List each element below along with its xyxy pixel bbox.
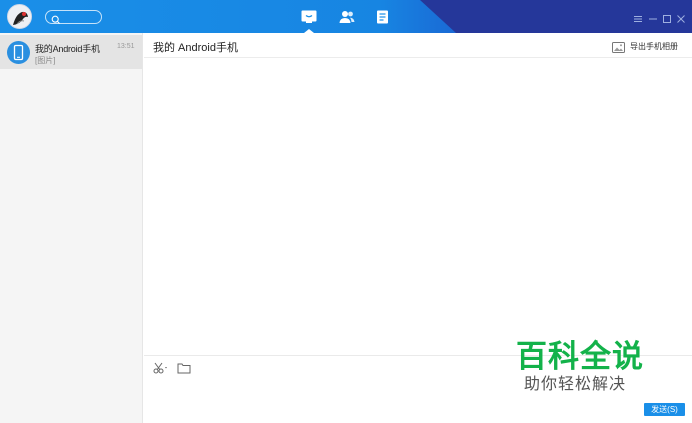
conversation-list: 我的Android手机 [图片] 13:51 <box>0 33 143 423</box>
avatar[interactable] <box>7 4 32 29</box>
close-icon <box>677 15 685 23</box>
conversation-time: 13:51 <box>117 43 135 50</box>
notes-icon <box>377 10 388 24</box>
export-label: 导出手机相册 <box>630 42 678 51</box>
title-bar <box>0 0 692 33</box>
tab-contacts[interactable] <box>338 9 356 25</box>
contacts-icon <box>339 11 355 23</box>
image-icon <box>612 40 625 58</box>
send-button[interactable]: 发送(S) <box>644 403 685 416</box>
maximize-icon <box>663 15 671 23</box>
export-photos-button[interactable]: 导出手机相册 <box>612 40 684 53</box>
phone-icon <box>7 41 30 64</box>
chat-icon <box>301 10 317 23</box>
chat-header: 我的 Android手机 导出手机相册 <box>144 33 692 58</box>
conversation-name: 我的Android手机 <box>35 44 100 54</box>
menu-icon <box>634 16 642 22</box>
tab-notes[interactable] <box>374 9 392 25</box>
menu-button[interactable] <box>633 11 643 22</box>
search-input[interactable] <box>45 10 102 24</box>
folder-icon <box>177 363 191 374</box>
minimize-button[interactable] <box>648 11 658 21</box>
screenshot-button[interactable] <box>153 361 169 379</box>
send-file-button[interactable] <box>177 361 191 379</box>
message-area <box>144 59 692 355</box>
scissors-icon <box>153 362 167 374</box>
list-item[interactable]: 我的Android手机 [图片] 13:51 <box>0 35 142 69</box>
page-title: 我的 Android手机 <box>153 42 238 54</box>
watermark-subtitle: 助你轻松解决 <box>524 374 627 393</box>
minimize-icon <box>649 18 657 20</box>
search-icon <box>51 12 61 30</box>
conversation-preview: [图片] <box>35 56 56 65</box>
maximize-button[interactable] <box>662 11 672 23</box>
close-button[interactable] <box>676 11 686 23</box>
tab-messages[interactable] <box>300 9 318 25</box>
